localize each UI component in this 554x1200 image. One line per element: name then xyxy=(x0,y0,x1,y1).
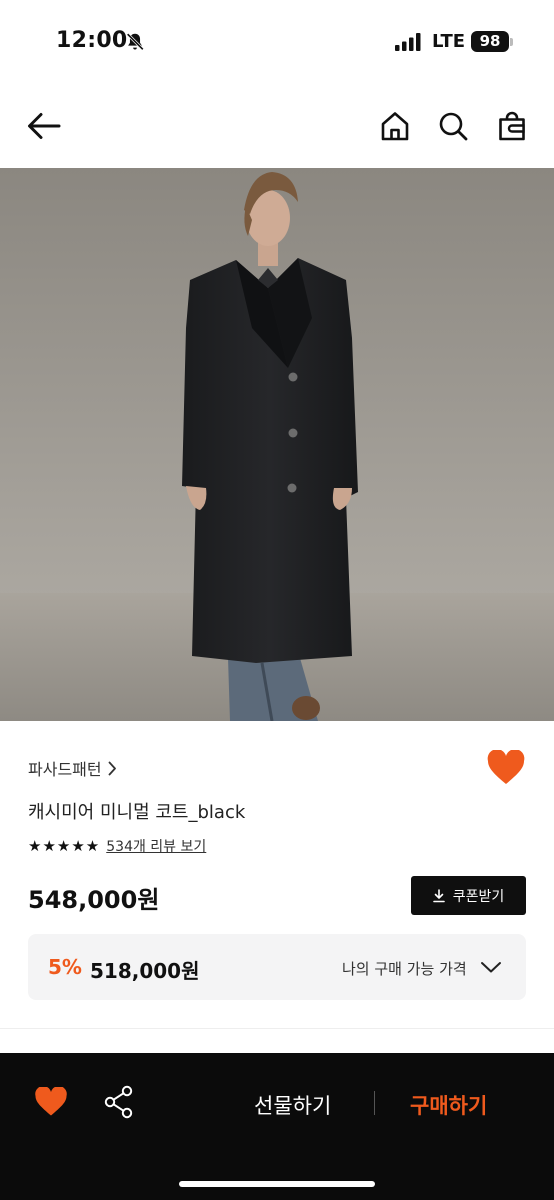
home-button[interactable] xyxy=(375,106,415,146)
share-icon[interactable] xyxy=(104,1085,134,1119)
cart-button[interactable] xyxy=(492,106,532,146)
bottom-action-bar: 선물하기 구매하기 xyxy=(0,1053,554,1200)
wishlist-heart-icon[interactable] xyxy=(486,750,526,786)
my-price-dropdown[interactable]: 5% 518,000원 나의 구매 가능 가격 xyxy=(28,934,526,1000)
download-icon xyxy=(432,888,445,902)
cellular-signal-icon xyxy=(395,33,421,51)
buy-button[interactable]: 구매하기 xyxy=(410,1090,487,1120)
product-price: 548,000원 xyxy=(28,886,160,914)
search-button[interactable] xyxy=(433,106,473,146)
coupon-label: 쿠폰받기 xyxy=(452,888,505,905)
brand-name: 파사드패턴 xyxy=(28,760,102,779)
status-time: 12:00 xyxy=(56,28,128,53)
battery-tip xyxy=(510,38,513,46)
wishlist-heart-icon[interactable] xyxy=(34,1087,68,1117)
chevron-right-icon xyxy=(108,761,116,775)
back-button[interactable] xyxy=(24,106,64,146)
section-divider xyxy=(0,1028,554,1029)
discount-rate: 5% xyxy=(48,955,82,979)
rating-stars: ★★★★★ xyxy=(28,837,101,855)
review-link[interactable]: 534개 리뷰 보기 xyxy=(106,836,206,856)
battery-icon: 98 xyxy=(471,31,509,52)
discount-price: 518,000원 xyxy=(90,959,200,983)
bell-slash-icon xyxy=(126,33,144,51)
product-name: 캐시미어 미니멀 코트_black xyxy=(28,802,246,823)
status-bar: 12:00 LTE 98 xyxy=(0,0,554,84)
chevron-down-icon xyxy=(481,962,501,973)
home-indicator xyxy=(179,1181,375,1187)
rating-row: ★★★★★ 534개 리뷰 보기 xyxy=(28,836,206,856)
shopping-bag-icon xyxy=(499,111,525,141)
home-icon xyxy=(381,112,409,141)
navigation-bar xyxy=(0,84,554,168)
coupon-download-button[interactable]: 쿠폰받기 xyxy=(411,876,526,915)
search-icon xyxy=(439,112,468,141)
network-type: LTE xyxy=(432,31,466,52)
my-price-label: 나의 구매 가능 가격 xyxy=(342,960,467,978)
button-separator xyxy=(374,1091,375,1115)
brand-link[interactable]: 파사드패턴 xyxy=(28,756,117,780)
gift-button[interactable]: 선물하기 xyxy=(254,1090,331,1120)
back-arrow-icon xyxy=(28,113,61,139)
product-image[interactable] xyxy=(0,168,554,721)
model-photo xyxy=(0,168,554,721)
battery-level: 98 xyxy=(479,32,501,50)
